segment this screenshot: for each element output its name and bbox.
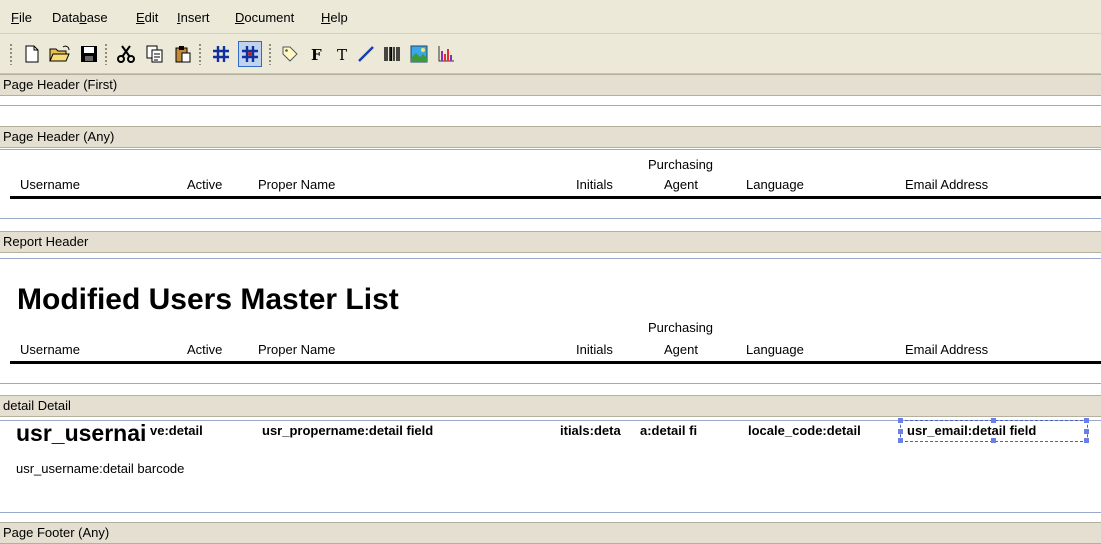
band-page-header-first[interactable]: Page Header (First): [0, 74, 1101, 96]
menu-bar: File Database Edit Insert Document Help: [0, 0, 1101, 34]
new-icon[interactable]: [20, 41, 44, 67]
section-divider: [0, 258, 1101, 259]
toolbar-grip[interactable]: [9, 43, 13, 65]
detail-field-email[interactable]: usr_email:detail field: [907, 423, 1036, 438]
menu-document[interactable]: Document: [235, 10, 294, 25]
save-icon[interactable]: [77, 41, 101, 67]
detail-field-initials[interactable]: itials:deta: [560, 423, 634, 438]
grid-icon[interactable]: [209, 41, 233, 67]
header-rule-line[interactable]: [10, 361, 1101, 364]
column-header-active[interactable]: Active: [187, 177, 222, 192]
section-divider: [0, 149, 1101, 150]
column-header-purchasing[interactable]: Purchasing: [648, 320, 713, 335]
column-header-username[interactable]: Username: [20, 177, 80, 192]
resize-handle[interactable]: [1084, 438, 1089, 443]
column-header-initials[interactable]: Initials: [576, 177, 613, 192]
toolbar-grip[interactable]: [198, 43, 202, 65]
menu-file[interactable]: File: [11, 10, 32, 25]
column-header-username[interactable]: Username: [20, 342, 80, 357]
menu-edit[interactable]: Edit: [136, 10, 158, 25]
resize-handle[interactable]: [898, 418, 903, 423]
header-rule-line[interactable]: [10, 196, 1101, 199]
detail-field-agent[interactable]: a:detail fi: [640, 423, 724, 438]
paste-icon[interactable]: [171, 41, 195, 67]
cut-icon[interactable]: [114, 41, 138, 67]
image-icon[interactable]: [407, 41, 431, 67]
barcode-icon[interactable]: [380, 41, 404, 67]
column-header-active[interactable]: Active: [187, 342, 222, 357]
open-icon[interactable]: [48, 41, 72, 67]
band-page-header-any[interactable]: Page Header (Any): [0, 126, 1101, 148]
resize-handle[interactable]: [991, 418, 996, 423]
column-header-language[interactable]: Language: [746, 342, 804, 357]
section-divider: [0, 218, 1101, 219]
menu-insert[interactable]: Insert: [177, 10, 210, 25]
column-header-proper-name[interactable]: Proper Name: [258, 342, 335, 357]
resize-handle[interactable]: [991, 438, 996, 443]
band-detail[interactable]: detail Detail: [0, 395, 1101, 417]
bold-font-icon[interactable]: F: [305, 41, 329, 67]
section-divider: [0, 383, 1101, 384]
report-title[interactable]: Modified Users Master List: [17, 283, 399, 317]
resize-handle[interactable]: [1084, 418, 1089, 423]
toolbar-grip[interactable]: [104, 43, 108, 65]
column-header-agent[interactable]: Agent: [664, 342, 698, 357]
band-report-header[interactable]: Report Header: [0, 231, 1101, 253]
text-icon[interactable]: T: [330, 41, 354, 67]
line-icon[interactable]: [354, 41, 378, 67]
resize-handle[interactable]: [898, 429, 903, 434]
band-label: Page Header (First): [3, 77, 118, 92]
column-header-proper-name[interactable]: Proper Name: [258, 177, 335, 192]
band-label: Page Header (Any): [3, 129, 115, 144]
section-divider: [0, 105, 1101, 106]
page-header-first-area[interactable]: [0, 96, 1101, 124]
detail-field-barcode[interactable]: usr_username:detail barcode: [16, 461, 184, 476]
column-header-agent[interactable]: Agent: [664, 177, 698, 192]
detail-field-active[interactable]: ve:detail: [150, 423, 248, 438]
menu-help[interactable]: Help: [321, 10, 348, 25]
label-tag-icon[interactable]: [278, 41, 302, 67]
svg-text:T: T: [337, 46, 347, 63]
column-header-purchasing[interactable]: Purchasing: [648, 157, 713, 172]
band-page-footer-any[interactable]: Page Footer (Any): [0, 522, 1101, 544]
copy-icon[interactable]: [143, 41, 167, 67]
resize-handle[interactable]: [898, 438, 903, 443]
selected-email-field[interactable]: usr_email:detail field: [898, 418, 1089, 443]
resize-handle[interactable]: [1084, 429, 1089, 434]
detail-field-propername[interactable]: usr_propername:detail field: [262, 423, 552, 438]
svg-text:F: F: [311, 46, 322, 63]
chart-icon[interactable]: [434, 41, 458, 67]
column-header-email[interactable]: Email Address: [905, 177, 988, 192]
detail-field-username[interactable]: usr_usernai: [16, 420, 149, 447]
band-label: detail Detail: [3, 398, 71, 413]
band-label: Page Footer (Any): [3, 525, 110, 540]
snap-grid-icon[interactable]: [238, 41, 262, 67]
detail-field-locale[interactable]: locale_code:detail: [748, 423, 892, 438]
section-divider: [0, 512, 1101, 513]
toolbar-grip[interactable]: [268, 43, 272, 65]
column-header-email[interactable]: Email Address: [905, 342, 988, 357]
column-header-initials[interactable]: Initials: [576, 342, 613, 357]
band-label: Report Header: [3, 234, 89, 249]
menu-database[interactable]: Database: [52, 10, 108, 25]
report-header-area[interactable]: [0, 253, 1101, 393]
column-header-language[interactable]: Language: [746, 177, 804, 192]
toolbar: F T: [0, 34, 1101, 74]
